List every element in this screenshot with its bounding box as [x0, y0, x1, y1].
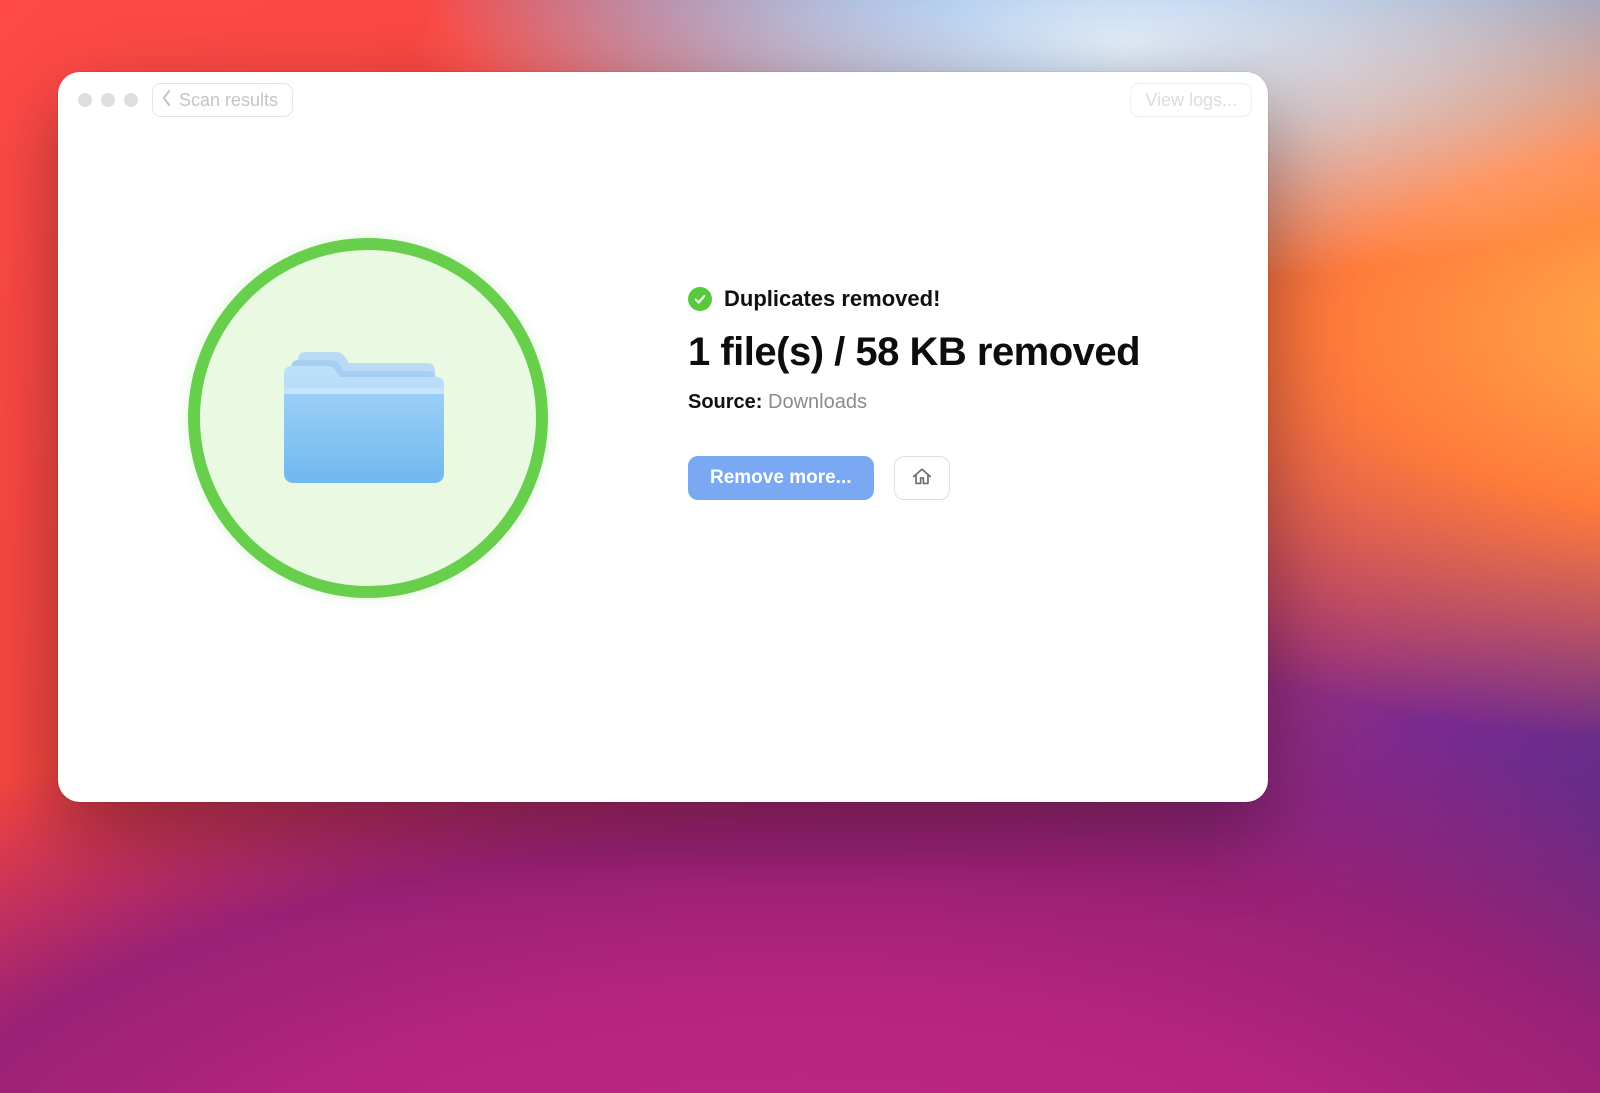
remove-more-button[interactable]: Remove more...	[688, 456, 874, 500]
close-window-button[interactable]	[78, 93, 92, 107]
view-logs-label: View logs...	[1145, 90, 1237, 110]
folder-stack-icon	[278, 340, 458, 490]
action-row: Remove more...	[688, 456, 1268, 500]
view-logs-button[interactable]: View logs...	[1130, 83, 1252, 117]
result-column: Duplicates removed! 1 file(s) / 58 KB re…	[648, 238, 1268, 500]
source-value: Downloads	[768, 391, 867, 413]
minimize-window-button[interactable]	[101, 93, 115, 107]
home-icon	[911, 466, 933, 491]
zoom-window-button[interactable]	[124, 93, 138, 107]
remove-more-label: Remove more...	[710, 467, 852, 488]
source-row: Source: Downloads	[688, 391, 1268, 414]
status-text: Duplicates removed!	[724, 286, 940, 312]
success-circle	[188, 238, 548, 598]
back-button[interactable]: Scan results	[152, 83, 293, 117]
chevron-left-icon	[161, 89, 173, 112]
titlebar: Scan results View logs...	[58, 72, 1268, 128]
source-label: Source:	[688, 391, 762, 413]
home-button[interactable]	[894, 456, 950, 500]
back-button-label: Scan results	[179, 90, 278, 111]
main-content: Duplicates removed! 1 file(s) / 58 KB re…	[58, 128, 1268, 802]
window-controls	[78, 93, 138, 107]
illustration-column	[58, 238, 648, 598]
status-row: Duplicates removed!	[688, 286, 1268, 312]
app-window: Scan results View logs...	[58, 72, 1268, 802]
result-headline: 1 file(s) / 58 KB removed	[688, 330, 1268, 375]
success-check-icon	[688, 287, 712, 311]
